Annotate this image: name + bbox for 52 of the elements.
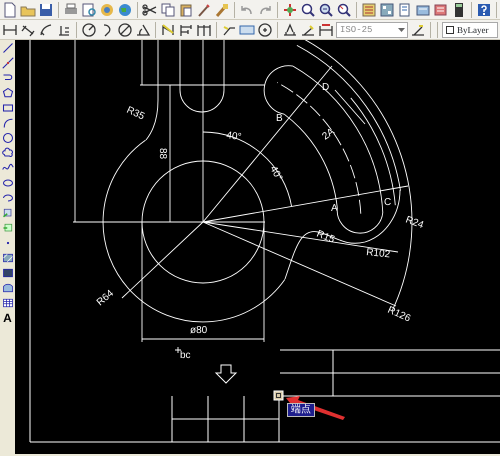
dimension-label: R64	[94, 288, 116, 308]
endpoint-marker-icon	[274, 390, 284, 400]
dimension-label: B	[276, 113, 283, 124]
save-icon[interactable]	[38, 2, 54, 18]
caret-icon	[398, 28, 405, 32]
new-file-icon[interactable]	[2, 2, 18, 18]
multiline-text-tool[interactable]: A	[3, 312, 12, 324]
circle-icon[interactable]	[2, 132, 14, 144]
ellipse-arc-icon[interactable]	[2, 192, 14, 204]
dimension-label: bc	[180, 350, 191, 361]
diameter-icon[interactable]	[117, 22, 133, 38]
preview-icon[interactable]	[81, 2, 97, 18]
hatch-icon[interactable]	[2, 252, 14, 264]
pan-icon[interactable]	[282, 2, 298, 18]
dimension-label: ø80	[190, 325, 208, 336]
line-icon[interactable]	[2, 42, 14, 54]
dimension-edit-icon[interactable]	[282, 22, 298, 38]
zoom-icon[interactable]	[300, 2, 316, 18]
dimension-label: R126	[386, 304, 412, 324]
paste-icon[interactable]	[178, 2, 194, 18]
construction-line-icon[interactable]	[2, 57, 14, 69]
color-swatch-icon	[446, 26, 454, 34]
rectangle-icon[interactable]	[2, 102, 14, 114]
ellipse-icon[interactable]	[2, 177, 14, 189]
dimension-label: R24	[404, 214, 425, 232]
revision-cloud-icon[interactable]	[2, 147, 14, 159]
copy-icon[interactable]	[160, 2, 176, 18]
color-control-dropdown[interactable]: ByLayer	[442, 22, 498, 38]
dimension-label: 2A	[320, 126, 337, 142]
quick-dimension-icon[interactable]	[160, 22, 176, 38]
properties-icon[interactable]	[361, 2, 377, 18]
brush-icon[interactable]	[196, 2, 212, 18]
make-block-icon[interactable]	[2, 222, 14, 234]
arc-length-icon[interactable]	[38, 22, 54, 38]
scissors-icon[interactable]	[142, 2, 158, 18]
dimension-label: C	[384, 197, 392, 208]
dimension-label: 88	[157, 148, 168, 160]
polygon-icon[interactable]	[2, 87, 14, 99]
radius-icon[interactable]	[81, 22, 97, 38]
help-icon[interactable]	[476, 2, 492, 18]
center-mark-icon[interactable]	[257, 22, 273, 38]
dimension-label: R35	[124, 104, 146, 122]
arc-icon[interactable]	[2, 117, 14, 129]
down-arrow-icon	[214, 364, 238, 384]
table-icon[interactable]	[2, 297, 14, 309]
insert-block-icon[interactable]	[2, 207, 14, 219]
dimension-label: A	[331, 203, 338, 214]
zoom-previous-icon[interactable]	[336, 2, 352, 18]
dimension-label: D	[322, 82, 330, 93]
zoom-window-icon[interactable]	[318, 2, 334, 18]
snap-tooltip: 端点	[287, 403, 315, 417]
dimension-label: R102	[366, 247, 391, 260]
